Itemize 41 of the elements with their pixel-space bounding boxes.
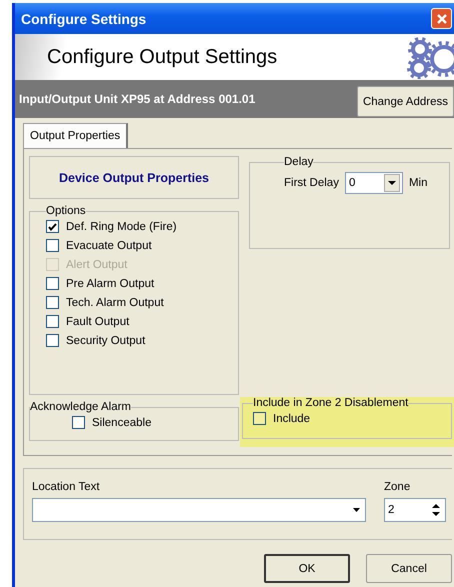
group-title: Include in Zone 2 Disablement bbox=[253, 397, 408, 409]
close-button[interactable] bbox=[431, 8, 452, 29]
delay-dropdown[interactable]: 0 bbox=[344, 172, 403, 194]
checkbox[interactable] bbox=[253, 412, 266, 425]
delay-unit: Min bbox=[408, 177, 428, 189]
cancel-button[interactable]: Cancel bbox=[366, 554, 452, 583]
checkbox[interactable] bbox=[46, 296, 59, 309]
location-field[interactable] bbox=[32, 498, 366, 522]
gears-icon bbox=[406, 35, 454, 79]
checkbox-label: Security Output bbox=[66, 334, 146, 346]
checkbox-label: Pre Alarm Output bbox=[66, 278, 154, 290]
checkbox-label: Alert Output bbox=[66, 258, 128, 270]
location-label: Location Text bbox=[32, 481, 101, 493]
tab[interactable]: Output Properties bbox=[23, 123, 128, 148]
group-title: Acknowledge Alarm bbox=[30, 401, 131, 413]
checkbox[interactable] bbox=[46, 334, 59, 347]
checkbox-label: Include bbox=[273, 412, 310, 424]
checkbox[interactable] bbox=[46, 315, 59, 328]
checkbox[interactable] bbox=[46, 239, 59, 252]
checkbox[interactable] bbox=[46, 277, 59, 290]
group-title: Options bbox=[46, 205, 86, 217]
check-icon bbox=[47, 222, 58, 232]
group-title: Delay bbox=[284, 156, 314, 168]
checkbox-label: Def. Ring Mode (Fire) bbox=[66, 220, 177, 232]
zone-label: Zone bbox=[384, 481, 412, 493]
checkbox-label: Evacuate Output bbox=[66, 240, 152, 252]
checkbox[interactable] bbox=[46, 220, 59, 233]
dropdown-arrow-icon bbox=[353, 508, 360, 512]
close-icon bbox=[434, 12, 448, 26]
zone-spin-field[interactable]: 2 bbox=[384, 498, 446, 522]
ok-button[interactable]: OK bbox=[264, 554, 350, 583]
checkbox[interactable] bbox=[72, 416, 85, 429]
window-title: Configure Settings bbox=[21, 10, 146, 26]
checkbox-label: Fault Output bbox=[66, 316, 130, 328]
panel-title: Device Output Properties bbox=[58, 170, 210, 184]
checkbox-label: Silenceable bbox=[92, 416, 152, 428]
unit-address-text: Input/Output Unit XP95 at Address 001.01 bbox=[19, 92, 256, 106]
header-title: Configure Output Settings bbox=[47, 46, 278, 68]
change-address-button[interactable]: Change Address bbox=[356, 86, 454, 117]
checkbox-label: Tech. Alarm Output bbox=[66, 296, 164, 308]
delay-label: First Delay bbox=[284, 177, 339, 189]
